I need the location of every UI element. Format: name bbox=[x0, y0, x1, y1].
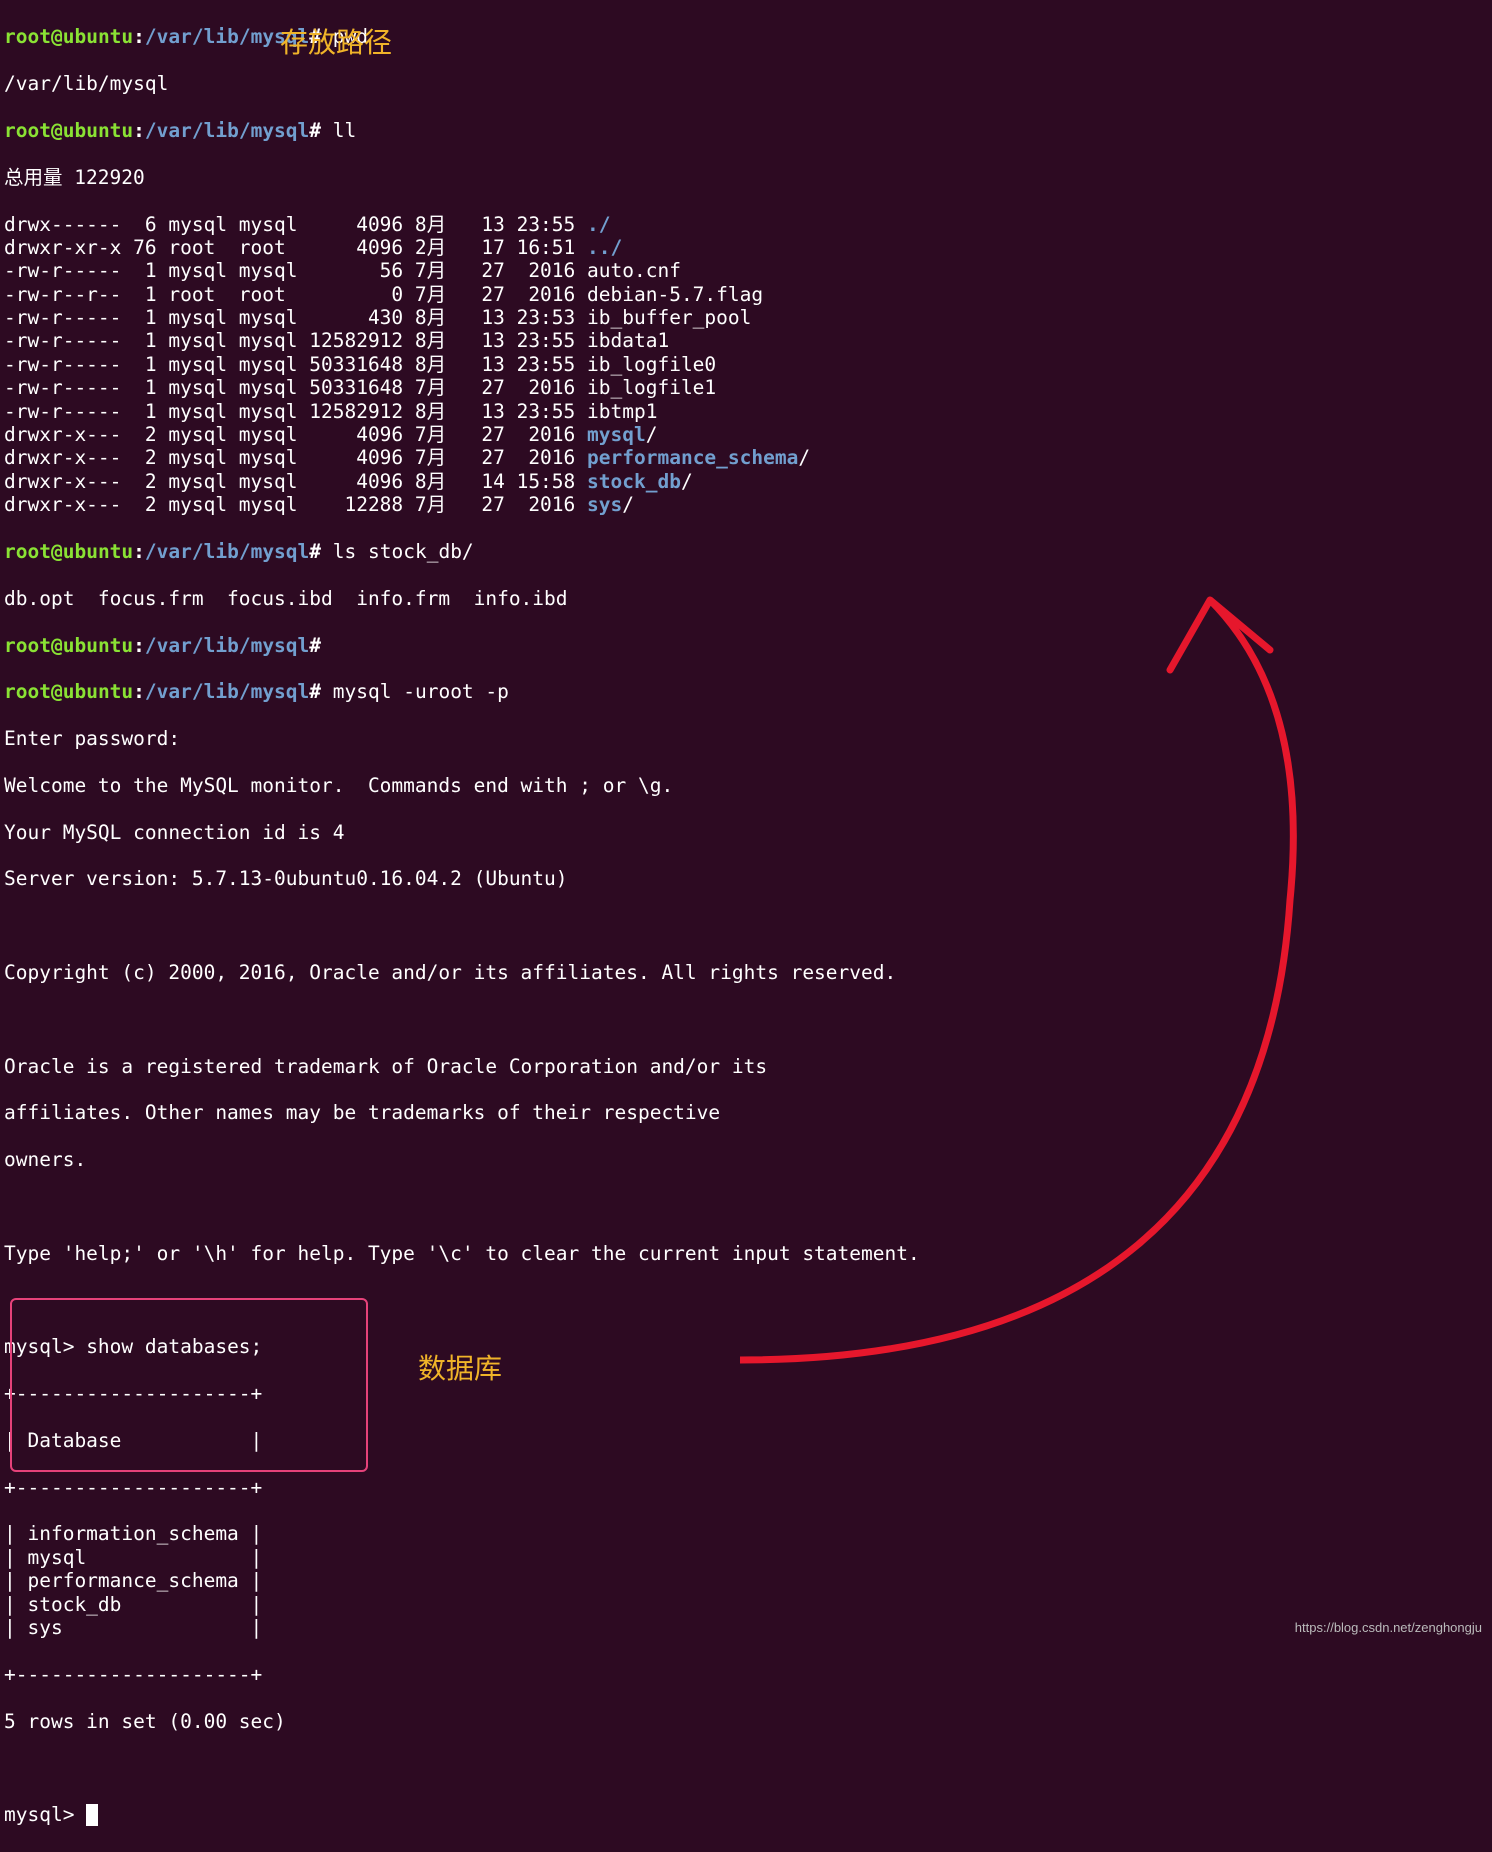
ll-row: -rw-r----- 1 mysql mysql 12582912 8月 13 … bbox=[4, 400, 1488, 423]
db-table-border: +--------------------+ bbox=[4, 1476, 1488, 1499]
cursor-block bbox=[86, 1804, 98, 1826]
mysql-welcome: Welcome to the MySQL monitor. Commands e… bbox=[4, 774, 1488, 797]
ll-listing: drwx------ 6 mysql mysql 4096 8月 13 23:5… bbox=[4, 213, 1488, 517]
cmd-ll: ll bbox=[333, 119, 356, 142]
ll-row: drwxr-x--- 2 mysql mysql 4096 7月 27 2016… bbox=[4, 446, 1488, 469]
ll-total: 总用量 122920 bbox=[4, 166, 1488, 189]
ll-row: -rw-r----- 1 mysql mysql 50331648 8月 13 … bbox=[4, 353, 1488, 376]
mysql-copyright: Copyright (c) 2000, 2016, Oracle and/or … bbox=[4, 961, 1488, 984]
mysql-trademark: Oracle is a registered trademark of Orac… bbox=[4, 1055, 1488, 1078]
terminal-output[interactable]: root@ubuntu:/var/lib/mysql# pwd /var/lib… bbox=[0, 0, 1492, 1852]
db-table-rows: | information_schema || mysql || perform… bbox=[4, 1522, 1488, 1639]
mysql-version: Server version: 5.7.13-0ubuntu0.16.04.2 … bbox=[4, 867, 1488, 890]
watermark: https://blog.csdn.net/zenghongju bbox=[1295, 1620, 1482, 1636]
prompt-line: root@ubuntu:/var/lib/mysql# ll bbox=[4, 119, 1488, 142]
prompt-line: root@ubuntu:/var/lib/mysql# mysql -uroot… bbox=[4, 680, 1488, 703]
db-table-header: | Database | bbox=[4, 1429, 1488, 1452]
mysql-trademark: owners. bbox=[4, 1148, 1488, 1171]
annotation-storage-path: 存放路径 bbox=[280, 26, 392, 60]
prompt-line: root@ubuntu:/var/lib/mysql# ls stock_db/ bbox=[4, 540, 1488, 563]
pwd-output: /var/lib/mysql bbox=[4, 72, 1488, 95]
mysql-prompt-cursor[interactable]: mysql> bbox=[4, 1803, 1488, 1826]
prompt-line: root@ubuntu:/var/lib/mysql# pwd bbox=[4, 25, 1488, 48]
annotation-database: 数据库 bbox=[418, 1352, 502, 1386]
mysql-prompt: mysql> bbox=[4, 1335, 86, 1358]
ll-row: -rw-r----- 1 mysql mysql 12582912 8月 13 … bbox=[4, 329, 1488, 352]
db-row: | performance_schema | bbox=[4, 1569, 1488, 1592]
prompt-host: ubuntu bbox=[63, 25, 133, 48]
db-table-border: +--------------------+ bbox=[4, 1663, 1488, 1686]
db-rows-footer: 5 rows in set (0.00 sec) bbox=[4, 1710, 1488, 1733]
mysql-trademark: affiliates. Other names may be trademark… bbox=[4, 1101, 1488, 1124]
ll-row: drwxr-xr-x 76 root root 4096 2月 17 16:51… bbox=[4, 236, 1488, 259]
ll-row: drwxr-x--- 2 mysql mysql 12288 7月 27 201… bbox=[4, 493, 1488, 516]
db-table-border: +--------------------+ bbox=[4, 1382, 1488, 1405]
ll-row: -rw-r----- 1 mysql mysql 50331648 7月 27 … bbox=[4, 376, 1488, 399]
db-row: | stock_db | bbox=[4, 1593, 1488, 1616]
cmd-show-db: show databases; bbox=[86, 1335, 262, 1358]
ls-output: db.opt focus.frm focus.ibd info.frm info… bbox=[4, 587, 1488, 610]
cmd-ls: ls stock_db/ bbox=[333, 540, 474, 563]
mysql-prompt-line: mysql> show databases; bbox=[4, 1335, 1488, 1358]
db-row: | information_schema | bbox=[4, 1522, 1488, 1545]
ll-row: -rw-r----- 1 mysql mysql 56 7月 27 2016 a… bbox=[4, 259, 1488, 282]
ll-row: -rw-r----- 1 mysql mysql 430 8月 13 23:53… bbox=[4, 306, 1488, 329]
db-row: | mysql | bbox=[4, 1546, 1488, 1569]
mysql-help: Type 'help;' or '\h' for help. Type '\c'… bbox=[4, 1242, 1488, 1265]
ll-row: drwxr-x--- 2 mysql mysql 4096 7月 27 2016… bbox=[4, 423, 1488, 446]
prompt-user: root bbox=[4, 25, 51, 48]
mysql-enter-pw: Enter password: bbox=[4, 727, 1488, 750]
prompt-line: root@ubuntu:/var/lib/mysql# bbox=[4, 634, 1488, 657]
ll-row: drwxr-x--- 2 mysql mysql 4096 8月 14 15:5… bbox=[4, 470, 1488, 493]
ll-row: drwx------ 6 mysql mysql 4096 8月 13 23:5… bbox=[4, 213, 1488, 236]
mysql-conn-id: Your MySQL connection id is 4 bbox=[4, 821, 1488, 844]
ll-row: -rw-r--r-- 1 root root 0 7月 27 2016 debi… bbox=[4, 283, 1488, 306]
cmd-mysql: mysql -uroot -p bbox=[333, 680, 509, 703]
db-row: | sys | bbox=[4, 1616, 1488, 1639]
